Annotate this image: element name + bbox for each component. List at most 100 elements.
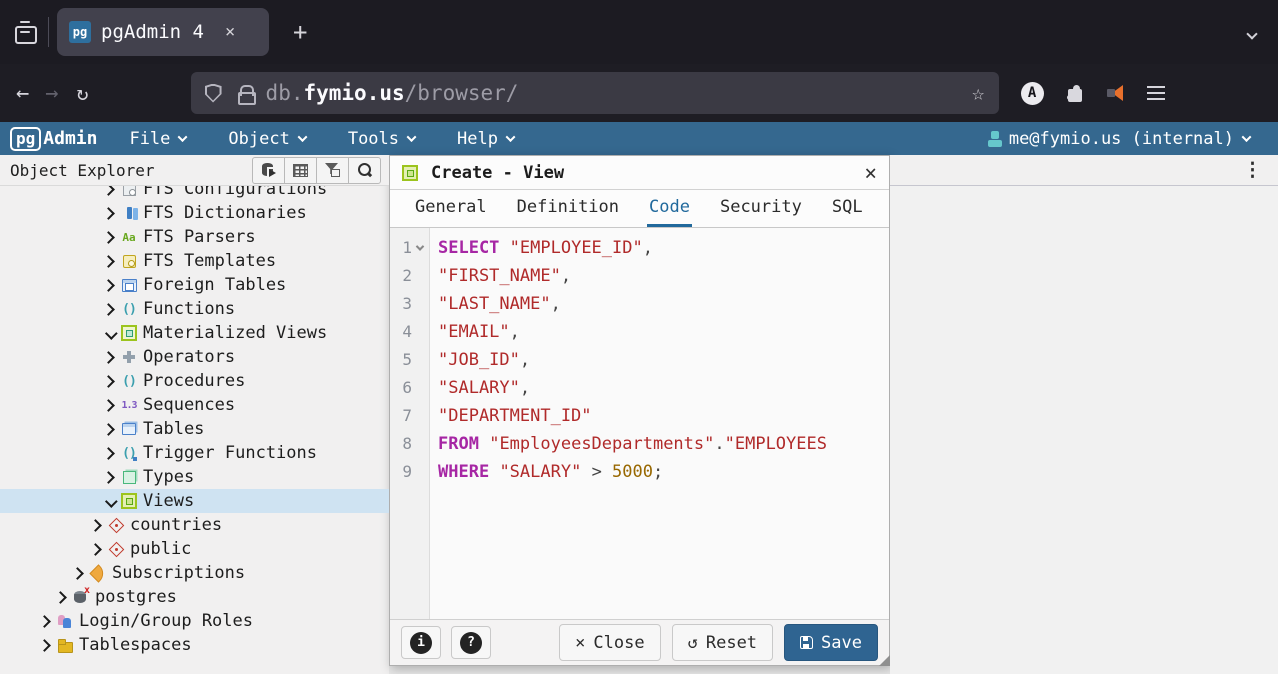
tree-item-types[interactable]: Types bbox=[0, 465, 389, 489]
chevron-right-icon[interactable] bbox=[102, 255, 115, 268]
gutter-line: 3 bbox=[390, 290, 429, 318]
tree-item-views[interactable]: Views bbox=[0, 489, 389, 513]
code-token-pun: ; bbox=[653, 462, 663, 482]
extension-a-icon[interactable]: A bbox=[1021, 82, 1044, 105]
back-button[interactable]: ← bbox=[16, 81, 29, 106]
code-line[interactable]: "DEPARTMENT_ID" bbox=[438, 402, 827, 430]
menu-help[interactable]: Help bbox=[457, 129, 514, 149]
code-line[interactable]: SELECT "EMPLOYEE_ID", bbox=[438, 234, 827, 262]
tree-item-login-group-roles[interactable]: Login/Group Roles bbox=[0, 609, 389, 633]
chevron-down-icon[interactable] bbox=[105, 495, 118, 508]
fold-chevron-icon[interactable] bbox=[412, 245, 428, 251]
code-editor[interactable]: 123456789 SELECT "EMPLOYEE_ID","FIRST_NA… bbox=[390, 228, 889, 619]
new-tab-button[interactable]: + bbox=[285, 18, 315, 46]
code-line[interactable]: "LAST_NAME", bbox=[438, 290, 827, 318]
chevron-right-icon[interactable] bbox=[102, 399, 115, 412]
code-token-pun: , bbox=[520, 378, 530, 398]
tab-separator bbox=[48, 17, 49, 47]
search-button[interactable] bbox=[348, 157, 381, 184]
tree-item-fts-dictionaries[interactable]: FTS Dictionaries bbox=[0, 201, 389, 225]
user-menu[interactable]: me@fymio.us (internal) bbox=[987, 129, 1250, 149]
filter-icon bbox=[325, 163, 340, 177]
chevron-right-icon[interactable] bbox=[102, 303, 115, 316]
tree-item-tablespaces[interactable]: Tablespaces bbox=[0, 633, 389, 657]
tree-item-fts-templates[interactable]: FTS Templates bbox=[0, 249, 389, 273]
tree-item-foreign-tables[interactable]: Foreign Tables bbox=[0, 273, 389, 297]
code-token-pun: , bbox=[561, 266, 571, 286]
menu-tools[interactable]: Tools bbox=[348, 129, 415, 149]
lock-icon[interactable] bbox=[238, 84, 252, 102]
chevron-right-icon[interactable] bbox=[102, 279, 115, 292]
firefox-view-icon[interactable] bbox=[12, 19, 38, 45]
help-button[interactable]: ? bbox=[451, 626, 491, 659]
forward-button[interactable]: → bbox=[45, 81, 58, 106]
tab-security[interactable]: Security bbox=[718, 197, 804, 227]
reload-button[interactable]: ↻ bbox=[77, 81, 89, 105]
tree-item-materialized-views[interactable]: Materialized Views bbox=[0, 321, 389, 345]
code-line[interactable]: "SALARY", bbox=[438, 374, 827, 402]
bookmark-star-icon[interactable]: ☆ bbox=[972, 81, 985, 105]
tree-item-countries[interactable]: countries bbox=[0, 513, 389, 537]
kebab-menu-icon[interactable]: ⋮ bbox=[1243, 159, 1262, 181]
code-line[interactable]: WHERE "SALARY" > 5000; bbox=[438, 458, 827, 486]
hamburger-menu-icon[interactable] bbox=[1147, 86, 1165, 100]
fts-dictionaries-icon bbox=[121, 205, 137, 221]
tree-item-procedures[interactable]: ()Procedures bbox=[0, 369, 389, 393]
tree-item-postgres[interactable]: postgres bbox=[0, 585, 389, 609]
list-all-tabs-button[interactable] bbox=[1248, 23, 1256, 42]
tree-item-trigger-functions[interactable]: ()Trigger Functions bbox=[0, 441, 389, 465]
browser-tab-pgadmin[interactable]: pg pgAdmin 4 × bbox=[57, 8, 269, 56]
tree-item-public[interactable]: public bbox=[0, 537, 389, 561]
menu-object[interactable]: Object bbox=[228, 129, 305, 149]
save-button[interactable]: Save bbox=[784, 624, 878, 661]
code-line[interactable]: "EMAIL", bbox=[438, 318, 827, 346]
grid-view-button[interactable] bbox=[284, 157, 317, 184]
code-line[interactable]: "FIRST_NAME", bbox=[438, 262, 827, 290]
dialog-header[interactable]: Create - View × bbox=[390, 156, 889, 190]
tab-code[interactable]: Code bbox=[647, 197, 692, 227]
tree-item-operators[interactable]: Operators bbox=[0, 345, 389, 369]
url-bar[interactable]: db.fymio.us/browser/ ☆ bbox=[191, 72, 999, 114]
code-token-kw: WHERE bbox=[438, 462, 489, 482]
chevron-right-icon[interactable] bbox=[89, 519, 102, 532]
chevron-right-icon[interactable] bbox=[54, 591, 67, 604]
reset-button[interactable]: ↺Reset bbox=[672, 624, 773, 661]
filter-button[interactable] bbox=[316, 157, 349, 184]
chevron-right-icon[interactable] bbox=[102, 207, 115, 220]
close-button[interactable]: ×Close bbox=[559, 624, 660, 661]
tab-general[interactable]: General bbox=[413, 197, 489, 227]
chevron-right-icon[interactable] bbox=[102, 471, 115, 484]
chevron-right-icon[interactable] bbox=[89, 543, 102, 556]
menu-file[interactable]: File bbox=[129, 129, 186, 149]
chevron-right-icon[interactable] bbox=[38, 639, 51, 652]
chevron-right-icon[interactable] bbox=[102, 231, 115, 244]
code-lines[interactable]: SELECT "EMPLOYEE_ID","FIRST_NAME","LAST_… bbox=[430, 228, 827, 619]
tab-close-icon[interactable]: × bbox=[220, 20, 240, 44]
code-line[interactable]: FROM "EmployeesDepartments"."EMPLOYEES bbox=[438, 430, 827, 458]
code-token-str: "SALARY" bbox=[499, 462, 581, 482]
chevron-down-icon[interactable] bbox=[105, 327, 118, 340]
dialog-close-icon[interactable]: × bbox=[864, 161, 877, 185]
shield-icon[interactable] bbox=[205, 84, 222, 103]
tab-sql[interactable]: SQL bbox=[830, 197, 865, 227]
info-button[interactable]: i bbox=[401, 626, 441, 659]
tree-item-tables[interactable]: Tables bbox=[0, 417, 389, 441]
tree-item-sequences[interactable]: 1.3Sequences bbox=[0, 393, 389, 417]
chevron-down-icon bbox=[297, 132, 307, 142]
chevron-right-icon[interactable] bbox=[38, 615, 51, 628]
connect-database-button[interactable] bbox=[252, 157, 285, 184]
dialog-resize-handle[interactable] bbox=[879, 655, 890, 666]
tab-definition[interactable]: Definition bbox=[515, 197, 621, 227]
megaphone-extension-icon[interactable] bbox=[1105, 84, 1125, 102]
reset-undo-icon: ↺ bbox=[688, 633, 698, 653]
tree-item-fts-parsers[interactable]: AaFTS Parsers bbox=[0, 225, 389, 249]
chevron-right-icon[interactable] bbox=[102, 351, 115, 364]
code-line[interactable]: "JOB_ID", bbox=[438, 346, 827, 374]
tree-item-subscriptions[interactable]: Subscriptions bbox=[0, 561, 389, 585]
chevron-right-icon[interactable] bbox=[102, 375, 115, 388]
chevron-right-icon[interactable] bbox=[102, 447, 115, 460]
chevron-right-icon[interactable] bbox=[71, 567, 84, 580]
tree-item-functions[interactable]: ()Functions bbox=[0, 297, 389, 321]
extensions-puzzle-icon[interactable] bbox=[1066, 85, 1083, 102]
chevron-right-icon[interactable] bbox=[102, 423, 115, 436]
